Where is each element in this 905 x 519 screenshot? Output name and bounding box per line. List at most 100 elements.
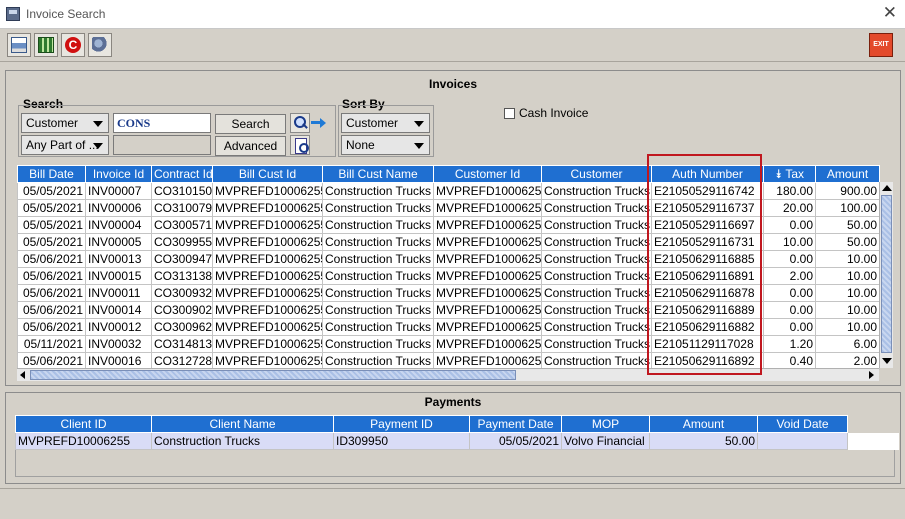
table-cell[interactable]: INV00014: [85, 301, 152, 319]
table-cell[interactable]: CO300947: [151, 250, 213, 268]
scroll-right-icon[interactable]: [869, 371, 874, 379]
table-cell[interactable]: MVPREFD10006255: [433, 352, 542, 370]
table-cell[interactable]: Construction Trucks: [541, 250, 652, 268]
table-cell[interactable]: MVPREFD10006255: [433, 267, 542, 285]
col-customer-id[interactable]: Customer Id: [433, 165, 542, 183]
table-cell[interactable]: MVPREFD10006255: [212, 352, 323, 370]
table-cell[interactable]: MVPREFD10006255: [433, 182, 542, 200]
table-cell[interactable]: Construction Trucks: [322, 199, 434, 217]
table-cell[interactable]: CO310150: [151, 182, 213, 200]
table-cell[interactable]: CO314813: [151, 335, 213, 353]
table-cell[interactable]: 50.00: [649, 432, 758, 450]
table-cell[interactable]: 0.00: [763, 318, 816, 336]
table-cell[interactable]: INV00032: [85, 335, 152, 353]
table-cell[interactable]: 05/06/2021: [17, 318, 86, 336]
magnify-icon[interactable]: [290, 113, 310, 133]
table-cell[interactable]: CO300571: [151, 216, 213, 234]
table-cell[interactable]: 05/06/2021: [17, 301, 86, 319]
table-cell[interactable]: Construction Trucks: [541, 318, 652, 336]
table-cell[interactable]: 100.00: [815, 199, 880, 217]
table-cell[interactable]: MVPREFD10006255: [433, 301, 542, 319]
report-icon[interactable]: [290, 135, 310, 155]
col-payment-amount[interactable]: Amount: [649, 415, 758, 433]
table-cell[interactable]: Construction Trucks: [322, 216, 434, 234]
table-cell[interactable]: 180.00: [763, 182, 816, 200]
table-cell[interactable]: MVPREFD10006255: [15, 432, 152, 450]
table-cell[interactable]: 0.00: [763, 301, 816, 319]
table-cell[interactable]: Construction Trucks: [322, 335, 434, 353]
table-cell[interactable]: MVPREFD10006255: [212, 335, 323, 353]
table-cell[interactable]: 1.20: [763, 335, 816, 353]
table-cell[interactable]: ID309950: [333, 432, 470, 450]
table-cell[interactable]: 10.00: [815, 318, 880, 336]
col-payment-id[interactable]: Payment ID: [333, 415, 470, 433]
table-cell[interactable]: MVPREFD10006255: [433, 318, 542, 336]
table-cell[interactable]: CO310079: [151, 199, 213, 217]
table-cell[interactable]: MVPREFD10006255: [212, 267, 323, 285]
search-input[interactable]: CONS: [113, 113, 211, 133]
table-cell[interactable]: MVPREFD10006255: [212, 233, 323, 251]
table-cell[interactable]: 2.00: [763, 267, 816, 285]
table-cell[interactable]: Construction Trucks: [541, 301, 652, 319]
col-bill-date[interactable]: Bill Date: [17, 165, 86, 183]
table-cell[interactable]: MVPREFD10006255: [433, 216, 542, 234]
table-cell[interactable]: MVPREFD10006255: [433, 250, 542, 268]
table-cell[interactable]: Construction Trucks: [541, 335, 652, 353]
table-cell[interactable]: Construction Trucks: [541, 216, 652, 234]
table-cell[interactable]: 900.00: [815, 182, 880, 200]
table-cell[interactable]: Construction Trucks: [541, 182, 652, 200]
print-button[interactable]: [7, 33, 31, 57]
settings-button[interactable]: [88, 33, 112, 57]
table-cell[interactable]: CO313138: [151, 267, 213, 285]
sort-primary-select[interactable]: Customer: [341, 113, 430, 133]
col-contract-id[interactable]: Contract Id: [151, 165, 213, 183]
table-cell[interactable]: Construction Trucks: [322, 301, 434, 319]
search-button[interactable]: Search: [215, 114, 286, 134]
table-cell[interactable]: Construction Trucks: [151, 432, 334, 450]
match-mode-select[interactable]: Any Part of ...: [21, 135, 109, 155]
col-customer[interactable]: Customer: [541, 165, 652, 183]
table-cell[interactable]: MVPREFD10006255: [433, 335, 542, 353]
table-cell[interactable]: 05/06/2021: [17, 284, 86, 302]
table-cell[interactable]: 05/05/2021: [17, 216, 86, 234]
invoice-vertical-scrollbar[interactable]: [879, 182, 893, 368]
table-cell[interactable]: MVPREFD10006255: [212, 182, 323, 200]
col-payment-date[interactable]: Payment Date: [469, 415, 562, 433]
scroll-up-icon[interactable]: [882, 185, 892, 191]
scroll-left-icon[interactable]: [20, 371, 25, 379]
table-cell[interactable]: INV00005: [85, 233, 152, 251]
col-bill-cust-id[interactable]: Bill Cust Id: [212, 165, 323, 183]
table-cell[interactable]: Construction Trucks: [541, 233, 652, 251]
table-cell[interactable]: Construction Trucks: [541, 284, 652, 302]
table-cell[interactable]: 05/06/2021: [17, 352, 86, 370]
search-field-select[interactable]: Customer: [21, 113, 109, 133]
table-cell[interactable]: Construction Trucks: [322, 182, 434, 200]
table-cell[interactable]: MVPREFD10006255: [212, 318, 323, 336]
table-cell[interactable]: MVPREFD10006255: [212, 216, 323, 234]
table-cell[interactable]: Construction Trucks: [541, 352, 652, 370]
table-cell[interactable]: 05/05/2021: [17, 233, 86, 251]
table-cell[interactable]: [757, 432, 848, 450]
table-cell[interactable]: Construction Trucks: [322, 352, 434, 370]
exit-button[interactable]: EXIT: [869, 33, 893, 57]
table-cell[interactable]: Construction Trucks: [322, 250, 434, 268]
close-icon[interactable]: ✕: [883, 3, 897, 23]
table-cell[interactable]: 0.00: [763, 250, 816, 268]
calculator-button[interactable]: [34, 33, 58, 57]
arrow-right-icon[interactable]: [309, 113, 329, 133]
advanced-button[interactable]: Advanced: [215, 136, 286, 156]
table-cell[interactable]: Volvo Financial: [561, 432, 650, 450]
table-cell[interactable]: MVPREFD10006255: [433, 284, 542, 302]
table-cell[interactable]: CO300932: [151, 284, 213, 302]
table-cell[interactable]: 0.00: [763, 284, 816, 302]
table-cell[interactable]: 10.00: [815, 284, 880, 302]
vertical-scroll-thumb[interactable]: [881, 195, 892, 353]
table-cell[interactable]: 20.00: [763, 199, 816, 217]
clear-button[interactable]: C: [61, 33, 85, 57]
table-cell[interactable]: 05/05/2021: [469, 432, 562, 450]
table-cell[interactable]: 6.00: [815, 335, 880, 353]
secondary-input[interactable]: [113, 135, 211, 155]
col-tax[interactable]: ⯯ Tax: [763, 165, 816, 183]
table-cell[interactable]: 10.00: [815, 267, 880, 285]
table-cell[interactable]: INV00013: [85, 250, 152, 268]
